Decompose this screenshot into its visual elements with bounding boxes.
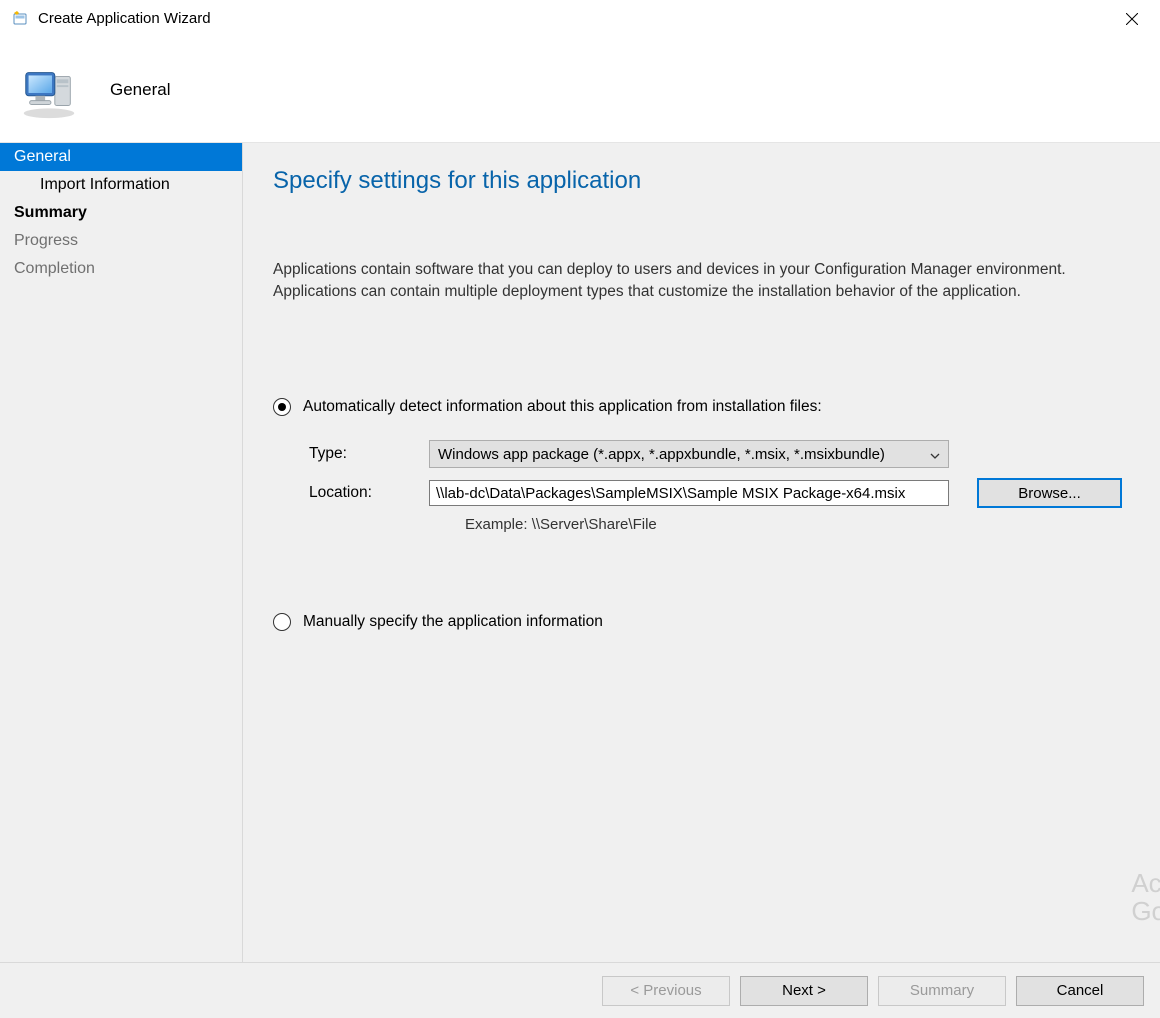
page-title: General	[110, 80, 170, 100]
content-heading: Specify settings for this application	[273, 167, 1130, 195]
auto-detect-form: Type: Windows app package (*.appx, *.app…	[273, 440, 1130, 533]
wizard-icon	[10, 9, 30, 29]
wizard-header: General	[0, 38, 1160, 142]
cancel-button[interactable]: Cancel	[1016, 976, 1144, 1006]
type-select[interactable]: Windows app package (*.appx, *.appxbundl…	[429, 440, 949, 468]
radio-auto-detect[interactable]	[273, 398, 291, 416]
sidebar-step-import-information[interactable]: Import Information	[0, 171, 242, 199]
wizard-footer: < Previous Next > Summary Cancel	[0, 962, 1160, 1018]
location-input[interactable]	[429, 480, 949, 506]
close-button[interactable]	[1110, 4, 1154, 34]
previous-button: < Previous	[602, 976, 730, 1006]
radio-manual-label: Manually specify the application informa…	[303, 613, 603, 631]
ghost-line-2: Go	[1131, 897, 1160, 926]
type-select-value: Windows app package (*.appx, *.appxbundl…	[438, 446, 885, 463]
radio-manual-row: Manually specify the application informa…	[273, 613, 1130, 631]
type-label: Type:	[309, 445, 429, 463]
location-row: Location: Browse...	[309, 478, 1130, 508]
next-button[interactable]: Next >	[740, 976, 868, 1006]
wizard-sidebar: General Import Information Summary Progr…	[0, 143, 243, 962]
summary-button: Summary	[878, 976, 1006, 1006]
location-example: Example: \\Server\Share\File	[465, 516, 1130, 533]
radio-manual[interactable]	[273, 613, 291, 631]
radio-auto-detect-label: Automatically detect information about t…	[303, 398, 822, 416]
window-title: Create Application Wizard	[38, 10, 211, 27]
titlebar: Create Application Wizard	[0, 0, 1160, 38]
chevron-down-icon	[930, 446, 940, 463]
radio-auto-detect-row: Automatically detect information about t…	[273, 398, 1130, 416]
browse-button[interactable]: Browse...	[977, 478, 1122, 508]
sidebar-step-completion[interactable]: Completion	[0, 255, 242, 283]
sidebar-step-general[interactable]: General	[0, 143, 242, 171]
location-label: Location:	[309, 484, 429, 502]
sidebar-step-progress[interactable]: Progress	[0, 227, 242, 255]
wizard-content: Specify settings for this application Ap…	[243, 143, 1160, 962]
main-area: General Import Information Summary Progr…	[0, 143, 1160, 962]
type-row: Type: Windows app package (*.appx, *.app…	[309, 440, 1130, 468]
ghost-line-1: Ac	[1131, 869, 1160, 898]
ghost-text: Ac Go	[1131, 869, 1160, 926]
content-description: Applications contain software that you c…	[273, 259, 1123, 302]
computer-icon	[18, 59, 80, 121]
sidebar-step-summary[interactable]: Summary	[0, 199, 242, 227]
